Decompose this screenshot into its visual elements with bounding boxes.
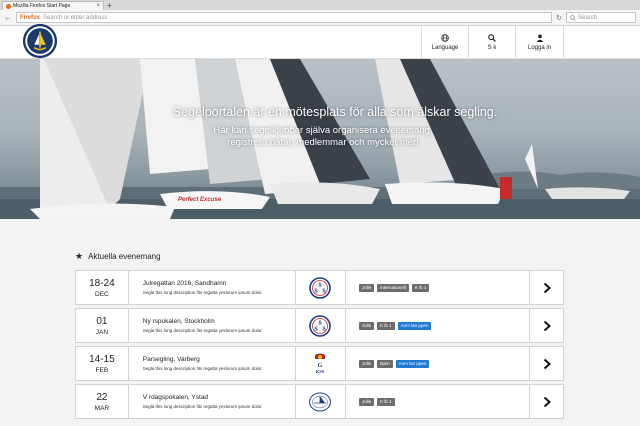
- sss-club-logo: SS S: [309, 276, 332, 299]
- event-tag: K lb 1: [377, 321, 395, 330]
- hero-subtitle-line2: registrera båtar, medlemmar och mycket m…: [227, 137, 419, 148]
- tab-close-icon[interactable]: ×: [96, 3, 100, 9]
- event-row[interactable]: 01 JAN Ny rspokalen, Stockholm Segla thi…: [75, 308, 564, 343]
- chevron-right-icon: [543, 320, 551, 331]
- address-bar[interactable]: Firefox Search or enter address: [16, 12, 553, 23]
- browser-tab[interactable]: Mozilla Firefox Start Page ×: [2, 1, 104, 10]
- new-tab-button[interactable]: +: [107, 1, 112, 10]
- login-button[interactable]: Logga in: [515, 26, 564, 58]
- event-date: 01 JAN: [76, 309, 129, 342]
- browser-toolbar: ← Firefox Search or enter address ↻ Sear…: [0, 10, 640, 26]
- event-tag: Barn: [377, 359, 393, 368]
- event-title[interactable]: V rdagspokalen, Ystad: [143, 394, 295, 401]
- hero-text-block: Segelportalen är en mötesplats för alla …: [0, 105, 640, 149]
- event-description: Segla this long description fits regatta…: [142, 290, 263, 295]
- globe-icon: [441, 33, 449, 42]
- event-open-button[interactable]: [530, 271, 563, 304]
- event-month: JAN: [95, 328, 109, 336]
- event-description: Segla this long description fits regatta…: [142, 328, 263, 333]
- site-header: Language S k Logga in: [0, 23, 640, 59]
- hero-banner: Segelportalen är en mötesplats för alla …: [0, 59, 640, 219]
- event-date: 14-15 FEB: [76, 347, 129, 380]
- back-arrow-icon[interactable]: ←: [4, 13, 12, 22]
- event-tag: Jolle: [358, 321, 375, 330]
- event-info: Parsegling, Varberg Segla this long desc…: [129, 347, 297, 380]
- user-icon: [536, 34, 543, 42]
- event-description: Segla this long description fits regatta…: [142, 404, 263, 409]
- browser-search-placeholder: Search: [578, 14, 598, 21]
- sss-club-logo: SS S: [309, 314, 332, 337]
- event-tag: Anm lan ppen: [395, 359, 430, 368]
- event-tag: Anm lan ppen: [397, 321, 432, 330]
- event-tags: Jolle Barn Anm lan ppen: [346, 347, 531, 380]
- events-heading: Aktuella evenemang: [88, 252, 161, 261]
- reload-icon[interactable]: ↻: [556, 14, 562, 22]
- event-list: 18-24 DEC Julregattan 2016, Sandhamn Seg…: [75, 270, 640, 419]
- event-tag: K lb 1: [377, 397, 395, 406]
- event-info: Julregattan 2016, Sandhamn Segla this lo…: [129, 271, 297, 304]
- event-club-logo: SSS: [296, 271, 346, 304]
- address-placeholder: Search or enter address: [43, 14, 108, 21]
- hero-subtitle: Här kan segelklubbar själva organisera e…: [6, 125, 640, 149]
- site-logo-link[interactable]: [0, 23, 80, 59]
- search-icon: [570, 14, 576, 21]
- search-label: S k: [487, 44, 497, 51]
- event-day: 14-15: [89, 353, 115, 365]
- boat-name-label: Perfect Excuse: [178, 197, 222, 203]
- event-open-button[interactable]: [530, 309, 563, 342]
- event-day: 18-24: [89, 277, 115, 289]
- event-date: 18-24 DEC: [76, 271, 129, 304]
- event-tag: Internationell: [377, 283, 409, 292]
- login-label: Logga in: [527, 44, 552, 51]
- event-tag: Jolle: [358, 283, 375, 292]
- language-label: Language: [431, 44, 459, 51]
- club-logo: [22, 23, 58, 59]
- event-row[interactable]: 18-24 DEC Julregattan 2016, Sandhamn Seg…: [75, 270, 564, 305]
- event-title[interactable]: Ny rspokalen, Stockholm: [143, 318, 295, 325]
- event-tag: Jolle: [358, 397, 375, 406]
- event-month: DEC: [95, 290, 109, 298]
- firefox-brand-label: Firefox: [20, 14, 41, 21]
- browser-tab-strip: Mozilla Firefox Start Page × +: [0, 0, 640, 10]
- hero-subtitle-line1: Här kan segelklubbar själva organisera e…: [213, 125, 433, 136]
- event-open-button[interactable]: [530, 385, 563, 418]
- event-row[interactable]: 14-15 FEB Parsegling, Varberg Segla this…: [75, 346, 564, 381]
- events-header: ★ Aktuella evenemang: [75, 251, 640, 262]
- event-tags: Jolle K lb 1 Anm lan ppen: [346, 309, 531, 342]
- chevron-right-icon: [543, 358, 551, 369]
- event-tag: Jolle: [358, 359, 375, 368]
- event-open-button[interactable]: [530, 347, 563, 380]
- firefox-favicon-icon: [6, 3, 11, 9]
- event-description: Segla this long description fits regatta…: [142, 366, 263, 371]
- event-tags: Jolle Internationell K lb 1: [346, 271, 531, 304]
- hero-title: Segelportalen är en mötesplats för alla …: [172, 105, 498, 119]
- event-row[interactable]: 22 MAR V rdagspokalen, Ystad Segla this …: [75, 384, 564, 419]
- event-club-logo: [296, 385, 346, 418]
- chevron-right-icon: [543, 396, 551, 407]
- search-icon: [488, 33, 496, 42]
- event-title[interactable]: Parsegling, Varberg: [143, 356, 295, 363]
- browser-tab-title: Mozilla Firefox Start Page: [13, 3, 71, 9]
- event-club-logo: G KSS: [296, 347, 346, 380]
- svg-text:KSS: KSS: [316, 369, 325, 374]
- browser-search-input[interactable]: Search: [566, 12, 636, 23]
- event-day: 22: [96, 391, 108, 403]
- gkss-club-logo: GKSS: [315, 353, 326, 374]
- events-section: ★ Aktuella evenemang 18-24 DEC Julregatt…: [0, 219, 640, 419]
- event-info: V rdagspokalen, Ystad Segla this long de…: [129, 385, 297, 418]
- event-info: Ny rspokalen, Stockholm Segla this long …: [129, 309, 297, 342]
- event-tag: K lb 1: [411, 283, 430, 292]
- event-month: MAR: [94, 404, 110, 412]
- event-title[interactable]: Julregattan 2016, Sandhamn: [143, 280, 295, 287]
- event-club-logo: SSS: [296, 309, 346, 342]
- event-tags: Jolle K lb 1: [346, 385, 531, 418]
- event-day: 01: [96, 315, 108, 327]
- language-button[interactable]: Language: [421, 26, 468, 58]
- event-date: 22 MAR: [76, 385, 129, 418]
- search-button[interactable]: S k: [468, 26, 515, 58]
- star-icon: ★: [75, 251, 84, 261]
- ystad-club-logo: [309, 392, 332, 411]
- event-month: FEB: [95, 366, 109, 374]
- chevron-right-icon: [543, 282, 551, 293]
